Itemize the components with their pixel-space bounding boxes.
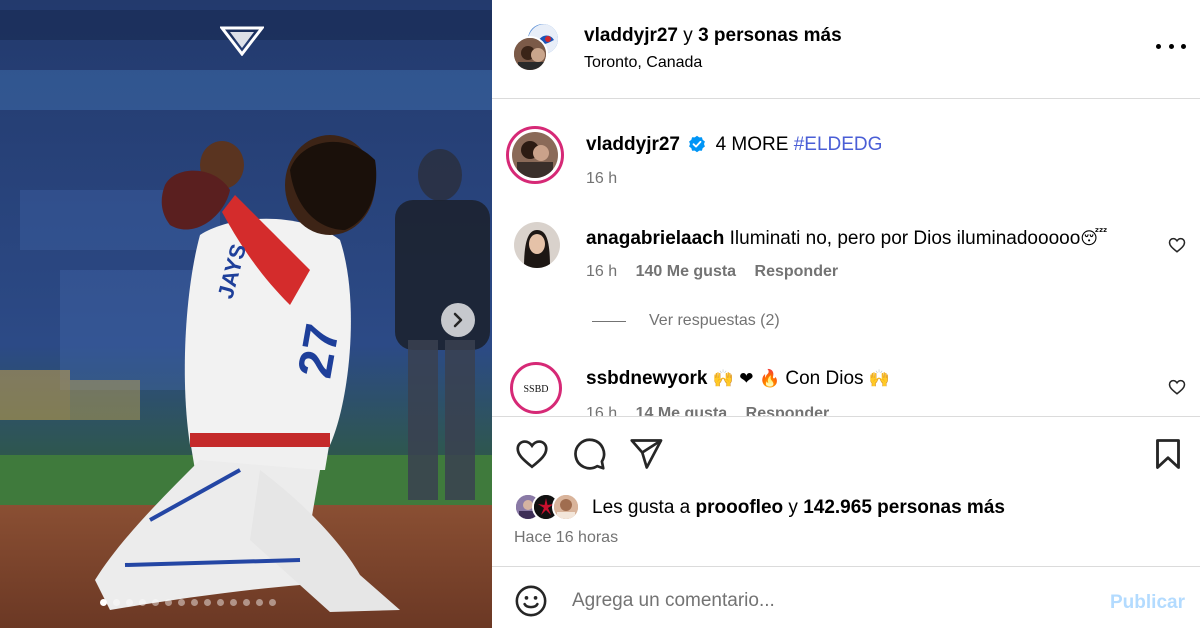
reply-button[interactable]: Responder — [755, 263, 839, 280]
avatar — [552, 493, 580, 521]
authors-connector: y — [678, 25, 699, 46]
avatar — [512, 36, 548, 72]
carousel-dot — [126, 599, 133, 606]
carousel-dot — [165, 599, 172, 606]
carousel-dot — [243, 599, 250, 606]
publish-button[interactable]: Publicar — [1110, 592, 1185, 614]
carousel-indicator — [100, 599, 276, 606]
comment-likes[interactable]: 14 Me gusta — [636, 405, 728, 416]
caption-text: 4 MORE — [715, 134, 789, 155]
post-actions: Les gusta a prooofleo y 142.965 personas… — [492, 416, 1200, 567]
comment-meta: 16 h 140 Me gusta Responder — [586, 263, 852, 281]
avatar[interactable] — [514, 222, 560, 268]
carousel-dot — [113, 599, 120, 606]
comment-emoji: 🙌 — [868, 369, 890, 389]
caption-line: vladdyjr27 4 MORE #ELDEDG — [586, 134, 882, 156]
more-options-icon — [1156, 43, 1161, 49]
comment-input[interactable] — [572, 584, 1072, 618]
carousel-dot — [152, 599, 159, 606]
caption-time[interactable]: 16 h — [586, 170, 617, 187]
comment-like-heart-icon[interactable] — [1168, 236, 1186, 254]
comment-line: anagabrielaach Iluminati no, pero por Di… — [586, 228, 1108, 250]
comment-likes[interactable]: 140 Me gusta — [636, 263, 736, 280]
chevron-right-icon — [453, 312, 463, 328]
post-media[interactable]: 27 JAYS — [0, 0, 492, 628]
post-header: vladdyjr27 y 3 personas más Toronto, Can… — [492, 0, 1200, 99]
avatar[interactable] — [506, 126, 564, 184]
comment-bubble-icon[interactable] — [571, 436, 607, 472]
bookmark-icon[interactable] — [1150, 436, 1186, 472]
carousel-dot — [256, 599, 263, 606]
next-slide-button[interactable] — [441, 303, 475, 337]
paper-plane-icon[interactable] — [628, 436, 664, 472]
carousel-dot — [217, 599, 224, 606]
caption-username[interactable]: vladdyjr27 — [586, 134, 680, 155]
post-panel: vladdyjr27 y 3 personas más Toronto, Can… — [492, 0, 1200, 628]
avatar[interactable]: SSBD — [510, 362, 562, 414]
verified-badge-icon — [689, 135, 706, 153]
post-timestamp[interactable]: Hace 16 horas — [514, 529, 618, 547]
comments-section[interactable]: vladdyjr27 4 MORE #ELDEDG 16 h anagabrie… — [492, 100, 1200, 416]
carousel-dot — [269, 599, 276, 606]
reply-button[interactable]: Responder — [746, 405, 830, 416]
watermark-logo-icon — [220, 26, 264, 56]
comment-like-heart-icon[interactable] — [1168, 378, 1186, 396]
replies-divider — [592, 321, 626, 322]
liker-avatars[interactable] — [514, 493, 586, 523]
comment-text: Iluminati no, pero por Dios iluminadoooo… — [729, 228, 1081, 249]
comment-meta: 16 h 14 Me gusta Responder — [586, 405, 843, 416]
post-photo: 27 JAYS — [0, 0, 492, 628]
liker-username[interactable]: prooofleo — [696, 497, 784, 518]
svg-text:SSBD: SSBD — [523, 384, 548, 395]
comment-username[interactable]: anagabrielaach — [586, 228, 724, 249]
likes-count-link[interactable]: 142.965 personas más — [803, 497, 1005, 518]
likes-prefix: Les gusta a — [592, 497, 696, 518]
other-authors-link[interactable]: 3 personas más — [698, 25, 842, 46]
carousel-dot — [230, 599, 237, 606]
view-replies-button[interactable]: Ver respuestas (2) — [649, 312, 780, 330]
comment-time[interactable]: 16 h — [586, 405, 617, 416]
caption-meta: 16 h — [586, 170, 631, 188]
caption-hashtag[interactable]: #ELDEDG — [794, 134, 883, 155]
svg-text:27: 27 — [289, 320, 350, 382]
comment-username[interactable]: ssbdnewyork — [586, 368, 707, 389]
carousel-dot — [191, 599, 198, 606]
comment-time[interactable]: 16 h — [586, 263, 617, 280]
likes-connector: y — [783, 497, 804, 518]
heart-icon[interactable] — [514, 436, 550, 472]
post-authors: vladdyjr27 y 3 personas más — [584, 25, 842, 47]
add-comment-bar: Publicar — [492, 568, 1200, 628]
smiley-icon[interactable] — [514, 584, 548, 618]
carousel-dot — [139, 599, 146, 606]
comment-emojis: 🙌 ❤ 🔥 — [712, 369, 781, 389]
post-location[interactable]: Toronto, Canada — [584, 54, 702, 72]
carousel-dot — [178, 599, 185, 606]
author-username[interactable]: vladdyjr27 — [584, 25, 678, 46]
collab-avatars[interactable] — [512, 22, 564, 74]
more-options-button[interactable] — [1156, 36, 1186, 56]
comment-emoji: 😴 — [1080, 229, 1108, 249]
likes-text: Les gusta a prooofleo y 142.965 personas… — [592, 497, 1005, 519]
carousel-dot — [204, 599, 211, 606]
comment-text: Con Dios — [785, 368, 864, 389]
carousel-dot — [100, 599, 107, 606]
comment-line: ssbdnewyork 🙌 ❤ 🔥 Con Dios 🙌 — [586, 368, 890, 390]
